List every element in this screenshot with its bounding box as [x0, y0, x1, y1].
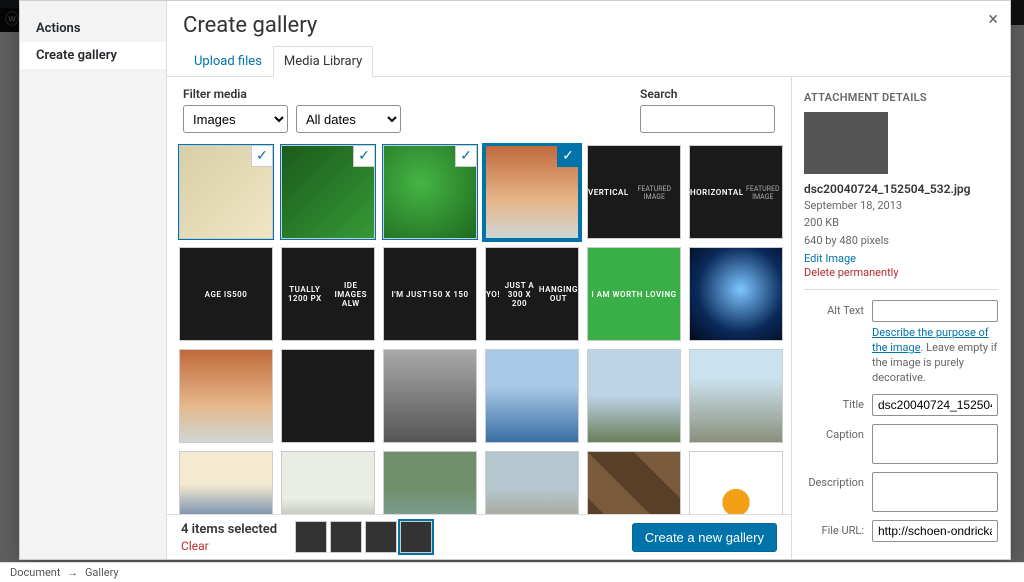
check-icon[interactable]: ✓	[455, 145, 477, 167]
grid-footer: 4 items selected Clear Create a new gall…	[167, 514, 791, 559]
sidebar-item-create-gallery[interactable]: Create gallery	[20, 42, 166, 69]
attachment-thumb[interactable]	[383, 451, 477, 514]
attachment-thumb[interactable]	[689, 247, 783, 341]
attachment-thumb[interactable]: I'M JUST150 X 150	[383, 247, 477, 341]
modal-sidebar: ActionsCreate gallery	[20, 1, 167, 559]
filter-type-select[interactable]: Images	[183, 105, 288, 133]
modal-header: Create gallery	[167, 1, 1010, 38]
caption-input[interactable]	[872, 424, 998, 464]
caption-label: Caption	[804, 424, 864, 441]
attachment-thumb[interactable]	[179, 451, 273, 514]
attachment-thumb[interactable]: ✓	[383, 145, 477, 239]
attachment-thumb[interactable]	[281, 349, 375, 443]
create-gallery-button[interactable]: Create a new gallery	[632, 523, 777, 552]
attachment-thumb[interactable]	[485, 349, 579, 443]
modal-body: Filter media Images All dates Search ✓✓✓…	[167, 77, 1010, 559]
status-document: Document	[10, 566, 60, 579]
attachment-thumb[interactable]: VERTICALFEATURED IMAGE	[587, 145, 681, 239]
attachment-thumb[interactable]	[383, 349, 477, 443]
alt-text-label: Alt Text	[804, 300, 864, 317]
details-size: 200 KB	[804, 215, 998, 230]
attachment-thumb[interactable]: YO!JUST A 300 X 200HANGING OUT	[485, 247, 579, 341]
attachment-thumb[interactable]: ✓	[281, 145, 375, 239]
tab-media-library[interactable]: Media Library	[273, 46, 373, 77]
attachment-thumb[interactable]: AGE IS500	[179, 247, 273, 341]
alt-text-help: Describe the purpose of the image. Leave…	[872, 326, 998, 385]
filter-media-label: Filter media	[183, 87, 401, 101]
description-input[interactable]	[872, 472, 998, 512]
editor-status-bar: Document → Gallery	[0, 562, 1024, 582]
attachment-thumb[interactable]: ✓	[179, 145, 273, 239]
delete-permanently-link[interactable]: Delete permanently	[804, 266, 998, 279]
close-button[interactable]: ×	[988, 9, 998, 30]
check-icon[interactable]: ✓	[251, 145, 273, 167]
title-input[interactable]	[872, 394, 998, 416]
check-icon[interactable]: ✓	[557, 145, 579, 167]
modal-tabs: Upload filesMedia Library	[167, 46, 1010, 77]
title-label: Title	[804, 394, 864, 411]
details-heading: ATTACHMENT DETAILS	[804, 91, 998, 104]
attachment-thumb[interactable]: ✓	[485, 145, 579, 239]
check-icon[interactable]: ✓	[353, 145, 375, 167]
edit-image-link[interactable]: Edit Image	[804, 252, 998, 265]
sidebar-item-actions[interactable]: Actions	[20, 15, 166, 42]
grid-area: Filter media Images All dates Search ✓✓✓…	[167, 77, 792, 559]
modal-main: × Create gallery Upload filesMedia Libra…	[167, 1, 1010, 559]
selection-thumb[interactable]	[295, 521, 327, 553]
selection-thumb[interactable]	[330, 521, 362, 553]
tab-upload-files[interactable]: Upload files	[183, 46, 273, 76]
attachment-thumb[interactable]	[587, 451, 681, 514]
attachment-thumb[interactable]: I AM WORTH LOVING	[587, 247, 681, 341]
selection-thumbs	[295, 521, 432, 553]
clear-selection[interactable]: Clear	[181, 539, 277, 553]
attachments-grid: ✓✓✓✓VERTICALFEATURED IMAGEHORIZONTALFEAT…	[179, 145, 779, 514]
status-block: Gallery	[85, 566, 119, 579]
search-input[interactable]	[640, 105, 775, 133]
attachment-thumb[interactable]	[179, 349, 273, 443]
attachment-thumb[interactable]	[281, 451, 375, 514]
attachment-thumb[interactable]	[587, 349, 681, 443]
file-url-input[interactable]	[872, 520, 998, 542]
breadcrumb-sep-icon: →	[67, 566, 78, 579]
search-label: Search	[640, 87, 775, 101]
description-label: Description	[804, 472, 864, 489]
filter-bar: Filter media Images All dates Search	[167, 77, 791, 143]
alt-text-input[interactable]	[872, 300, 998, 322]
attachments-scroll[interactable]: ✓ ✓ ✓ ✓ VERTICALFEATURED IMAGEHORIZONTALFEAT…	[167, 143, 791, 514]
details-date: September 18, 2013	[804, 198, 998, 213]
selection-count: 4 items selected	[181, 522, 277, 537]
modal-title: Create gallery	[183, 13, 994, 38]
selection-thumb[interactable]	[400, 521, 432, 553]
attachment-details: ATTACHMENT DETAILS dsc20040724_152504_53…	[792, 77, 1010, 559]
details-dimensions: 640 by 480 pixels	[804, 233, 998, 248]
filter-date-select[interactable]: All dates	[296, 105, 401, 133]
attachment-thumb[interactable]	[689, 349, 783, 443]
attachment-thumb[interactable]	[485, 451, 579, 514]
selection-thumb[interactable]	[365, 521, 397, 553]
attachment-thumb[interactable]: HORIZONTALFEATURED IMAGE	[689, 145, 783, 239]
file-url-label: File URL:	[804, 520, 864, 537]
details-preview	[804, 112, 888, 174]
attachment-thumb[interactable]	[689, 451, 783, 514]
create-gallery-modal: ActionsCreate gallery × Create gallery U…	[19, 0, 1011, 560]
details-filename: dsc20040724_152504_532.jpg	[804, 182, 998, 196]
attachment-thumb[interactable]: TUALLY 1200 PXIDE IMAGES ALW	[281, 247, 375, 341]
